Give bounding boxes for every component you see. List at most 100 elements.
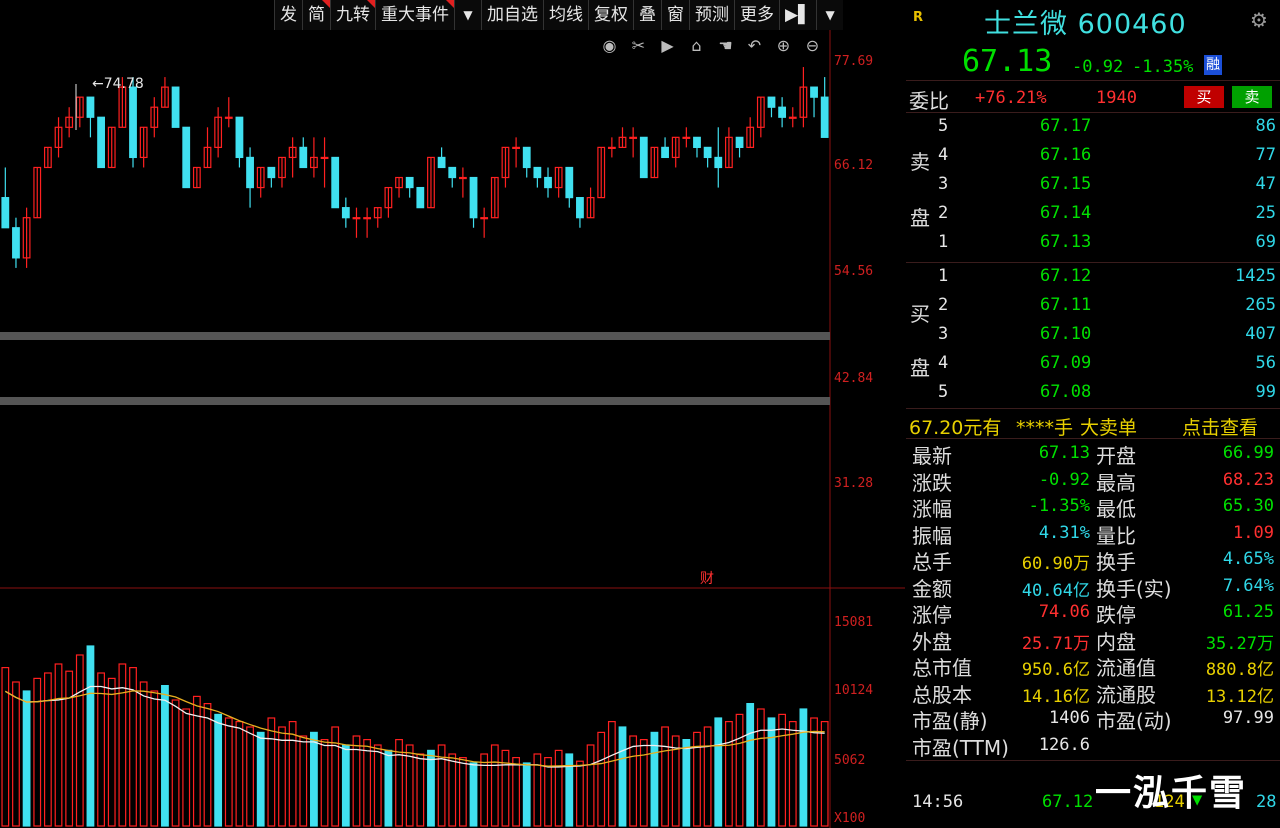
tick-count: 28 [1256,792,1277,812]
cai-marker: 财 [700,571,714,587]
buy-level: 4 [938,353,949,373]
toolbar-button-9[interactable]: 窗 [661,0,689,30]
toolbar-button-3[interactable]: 重大事件 [375,0,454,30]
toolbar-button-11[interactable]: 更多 [734,0,779,30]
lock-icon[interactable]: ⌂ [685,34,708,57]
sell-level: 1 [938,232,949,252]
volume-bar [65,670,74,827]
volume-bar [256,731,265,827]
toolbar-button-2[interactable]: 九转 [330,0,375,30]
sell-price: 67.16 [1040,145,1092,165]
volume-bar [150,690,159,827]
toolbar-button-label: 九转 [336,5,370,25]
candle-body [480,217,489,220]
hand-icon[interactable]: ☚ [714,34,737,57]
volume-bar [331,726,340,827]
quote-value-2: 35.27万 [1205,633,1274,654]
volume-bar [224,717,233,827]
candle-body [576,197,584,219]
quote-label: 振幅 [912,523,952,548]
volume-bar [33,677,42,827]
quote-label: 市盈(TTM) [912,735,1009,760]
play-icon[interactable]: ▶ [656,34,679,57]
toolbar-button-10[interactable]: 预测 [689,0,734,30]
volume-bar [75,654,84,827]
toolbar-button-12[interactable]: ▶▌ [779,0,816,30]
volume-bar [384,749,393,827]
volume-bar [299,735,308,827]
high-marker-label: ←74.78 [92,76,144,92]
candle-body [788,116,797,119]
toolbar-button-13[interactable]: ▼ [816,0,843,30]
quote-label: 总股本 [912,682,972,707]
candle-body [820,96,829,138]
volume-bar [86,645,95,827]
candle-body [320,156,329,160]
bigorder-link[interactable]: 点击查看 [1182,413,1258,440]
quote-value-2: 7.64% [1222,575,1274,596]
quote-label-2: 换手(实) [1096,576,1172,601]
gap-band [0,332,830,340]
sell-price: 67.14 [1040,203,1092,223]
candle-body [661,146,669,159]
volume-bar [650,731,659,827]
r-badge: R [913,10,924,25]
toolbar-button-7[interactable]: 复权 [588,0,633,30]
sell-volume: 77 [1255,145,1276,165]
buy-button[interactable]: 买 [1184,86,1224,108]
toolbar-button-label: ▼ [825,8,835,22]
candle-body [767,96,776,108]
quote-value-2: 13.12亿 [1205,686,1274,707]
gear-icon[interactable]: ⚙ [1250,8,1268,32]
volume-bar [373,744,382,827]
sell-button[interactable]: 卖 [1232,86,1272,108]
sell-price: 67.15 [1040,174,1092,194]
toolbar-button-0[interactable]: 发 [274,0,302,30]
candle-body [639,136,648,179]
volume-bar [490,744,499,827]
candle-body [416,186,425,209]
volume-bar [107,677,116,827]
sell-label-1: 卖 [910,150,930,174]
sell-level: 4 [938,145,949,165]
volume-bar [416,753,425,827]
sell-price: 67.17 [1040,116,1092,136]
eye-icon[interactable]: ◉ [598,34,621,57]
volume-bar [618,726,627,827]
kline-svg[interactable]: 77.69 66.12 54.56 42.84 31.28 15081 10124 5062 X… [0,0,905,828]
zoom-in-icon[interactable]: ⊕ [772,34,795,57]
volume-bar [682,738,691,827]
volume-bar [565,753,574,827]
candle-body [448,166,457,179]
volume-bar [139,681,148,827]
toolbar-button-label: 更多 [740,5,774,25]
buy-level: 1 [938,266,949,286]
zoom-out-icon[interactable]: ⊖ [801,34,824,57]
quote-value-2: 66.99 [1222,443,1274,463]
candle-body [267,166,276,179]
toolbar-button-8[interactable]: 叠 [633,0,661,30]
volume-bar [458,756,467,827]
bigorder-amount: ****手 [1016,417,1074,439]
quote-label: 涨幅 [912,497,952,521]
weibi-pct: +76.21% [975,88,1047,108]
buy-volume: 99 [1255,382,1276,402]
toolbar-button-5[interactable]: 加自选 [481,0,543,30]
toolbar-button-4[interactable]: ▼ [454,0,481,30]
price-axis-tick: 42.84 [834,371,873,386]
quote-value-2: 97.99 [1222,708,1274,728]
stock-title[interactable]: 士兰微 600460 [984,2,1187,41]
candle-body [1,197,10,229]
undo-icon[interactable]: ↶ [743,34,766,57]
toolbar-button-1[interactable]: 简 [302,0,330,30]
volume-bar [97,672,105,827]
sell-volume: 25 [1255,203,1276,223]
sell-level: 5 [938,116,949,136]
price-axis-tick: 54.56 [834,264,873,279]
kline-chart-area[interactable]: 77.69 66.12 54.56 42.84 31.28 15081 10124 5062 X… [0,0,905,828]
panel-divider [906,408,1280,409]
toolbar-button-label: 简 [308,5,325,25]
scissors-icon[interactable]: ✂ [627,34,650,57]
toolbar-button-label: 加自选 [487,5,538,25]
toolbar-button-6[interactable]: 均线 [543,0,588,30]
